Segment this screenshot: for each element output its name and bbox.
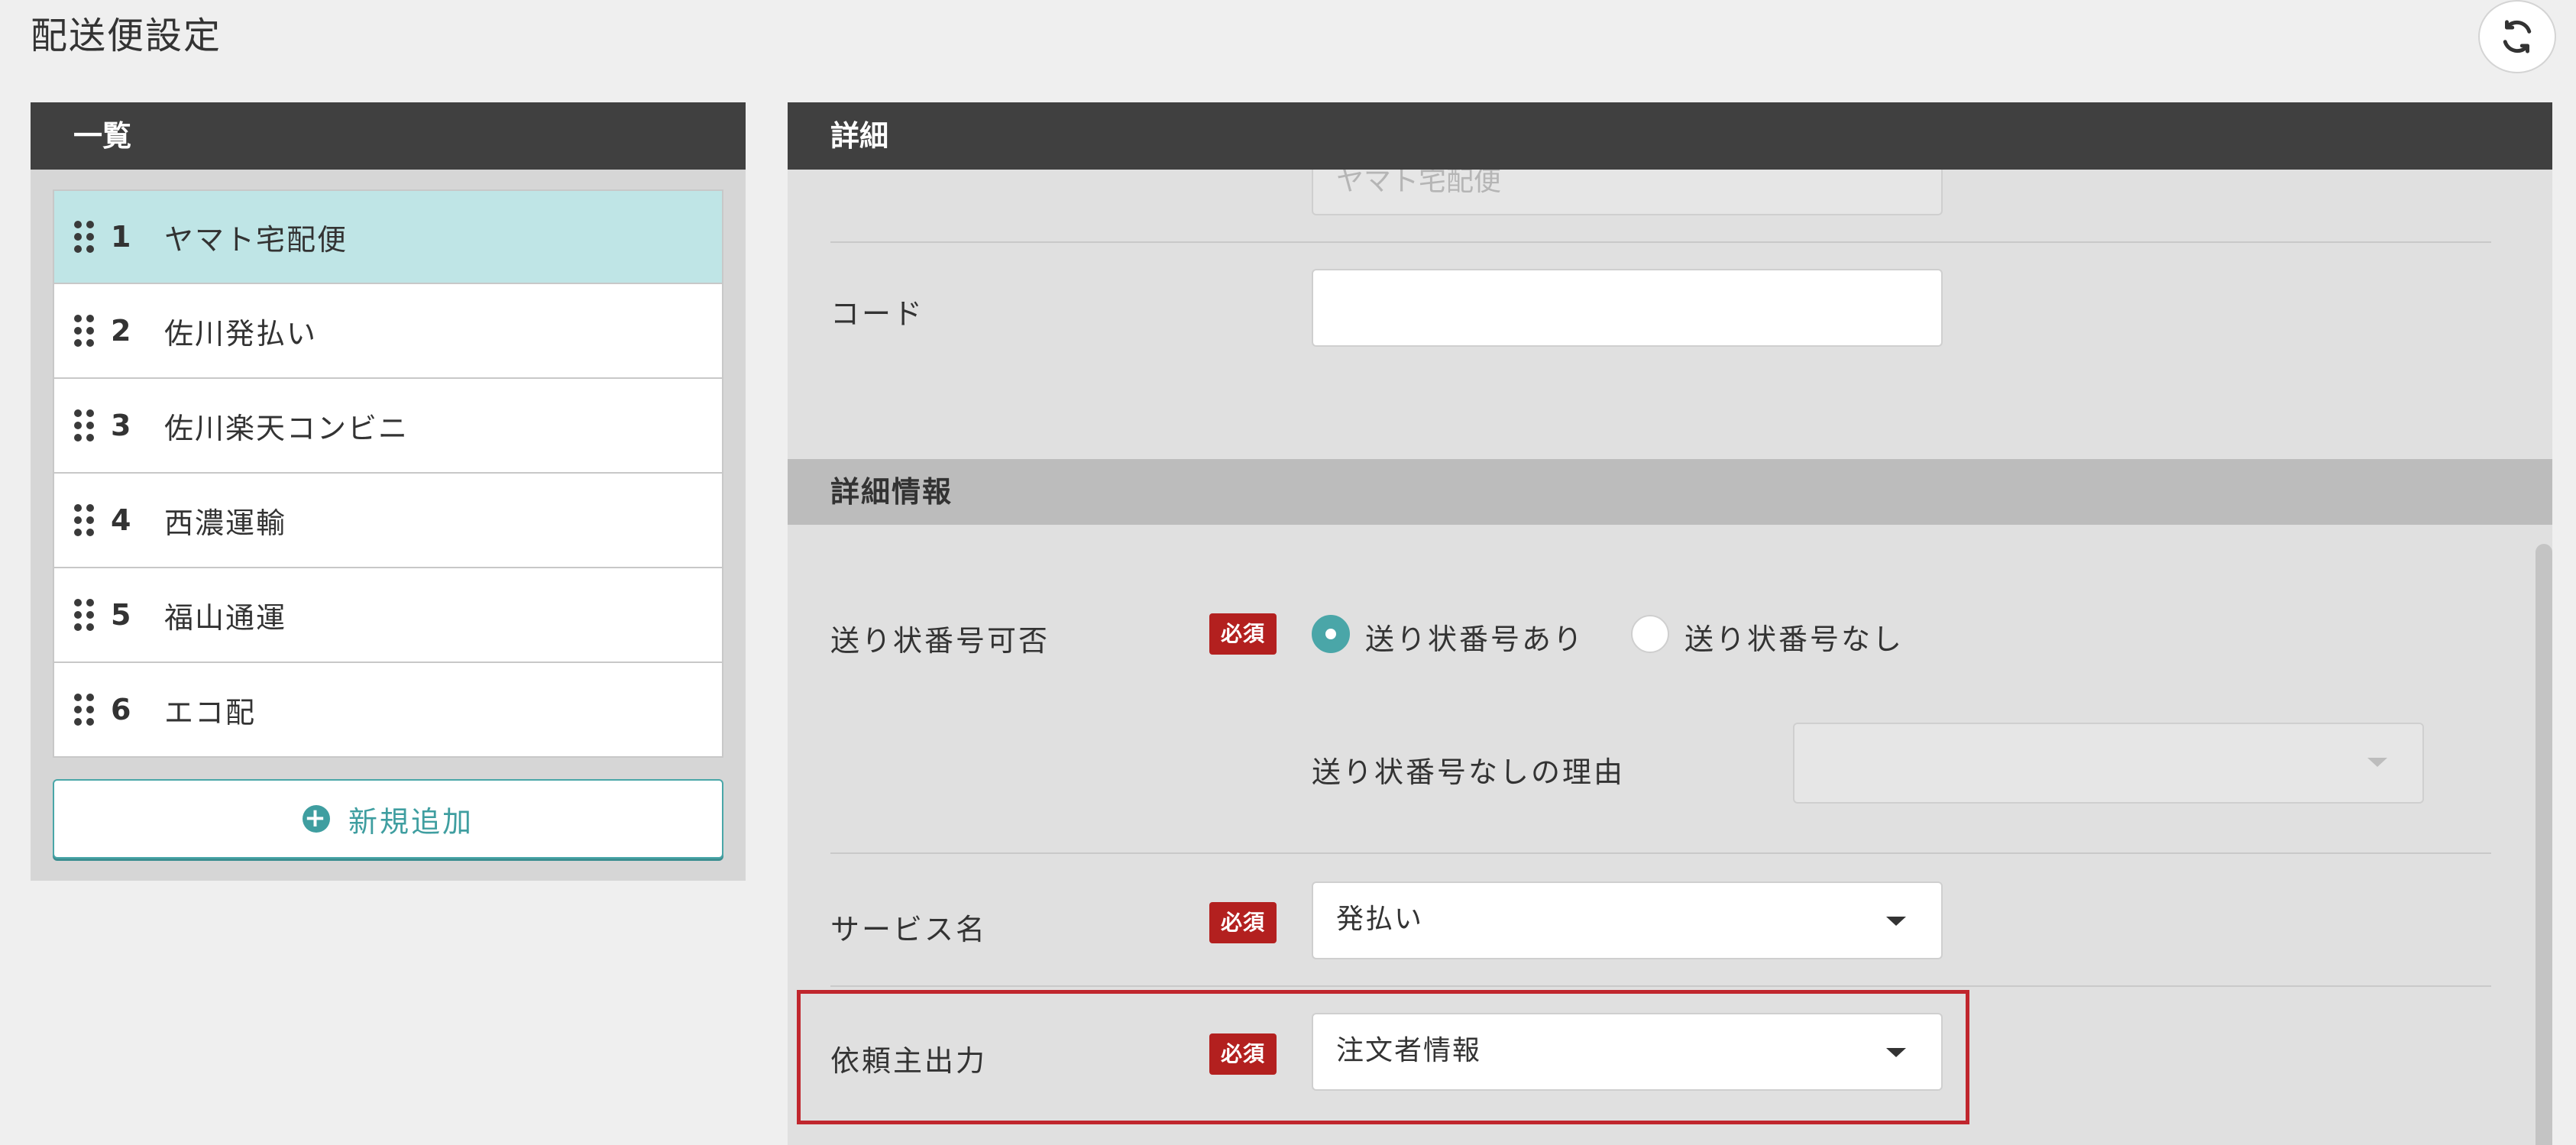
list-item[interactable]: 6 エコ配 (53, 663, 723, 758)
drag-handle-icon[interactable] (74, 598, 94, 632)
item-number: 6 (111, 693, 131, 726)
item-number: 2 (111, 314, 131, 348)
tracking-no-label[interactable]: 送り状番号なし (1684, 616, 1904, 658)
divider (830, 241, 2491, 243)
item-number: 4 (111, 503, 131, 537)
page-title: 配送便設定 (31, 15, 222, 57)
requester-select[interactable]: 注文者情報 (1312, 1013, 1943, 1091)
item-number: 5 (111, 598, 131, 632)
divider (830, 985, 2491, 987)
chevron-down-icon (1886, 917, 1906, 926)
service-select[interactable]: 発払い (1312, 881, 1943, 959)
list-item[interactable]: 5 福山通運 (53, 568, 723, 663)
required-badge: 必須 (1209, 902, 1277, 943)
code-label: コード (830, 297, 925, 331)
requester-value: 注文者情報 (1336, 1035, 1482, 1066)
required-badge: 必須 (1209, 613, 1277, 655)
tracking-no-radio[interactable] (1631, 615, 1669, 653)
item-label: 福山通運 (164, 600, 287, 635)
list-item[interactable]: 1 ヤマト宅配便 (53, 189, 723, 284)
drag-handle-icon[interactable] (74, 693, 94, 726)
required-badge: 必須 (1209, 1033, 1277, 1075)
drag-handle-icon[interactable] (74, 220, 94, 254)
item-label: 佐川発払い (164, 316, 318, 351)
refresh-icon (2503, 20, 2532, 53)
item-label: ヤマト宅配便 (164, 222, 348, 257)
requester-label: 依頼主出力 (830, 1044, 988, 1078)
tracking-yes-label[interactable]: 送り状番号あり (1365, 616, 1584, 658)
refresh-button[interactable] (2478, 0, 2556, 73)
drag-handle-icon[interactable] (74, 409, 94, 442)
detail-panel-header: 詳細 (788, 102, 2552, 170)
service-label: サービス名 (830, 913, 988, 946)
list-item[interactable]: 2 佐川発払い (53, 284, 723, 379)
divider (830, 852, 2491, 854)
list-panel: 一覧 1 ヤマト宅配便 2 佐川発払い 3 佐川楽天コンビニ 4 西濃運輸 5 … (31, 102, 746, 881)
item-label: 西濃運輸 (164, 506, 287, 540)
service-value: 発払い (1336, 904, 1424, 935)
chevron-down-icon (1886, 1048, 1906, 1057)
item-number: 3 (111, 409, 131, 442)
no-tracking-reason-label: 送り状番号なしの理由 (1312, 755, 1626, 789)
code-input[interactable] (1312, 269, 1943, 347)
list-panel-header: 一覧 (31, 102, 746, 170)
tracking-label: 送り状番号可否 (830, 624, 1050, 658)
list-item[interactable]: 3 佐川楽天コンビニ (53, 379, 723, 474)
scrollbar[interactable] (2536, 544, 2552, 1145)
no-tracking-reason-select[interactable] (1793, 723, 2424, 804)
tracking-yes-radio[interactable] (1312, 615, 1350, 653)
carrier-list: 1 ヤマト宅配便 2 佐川発払い 3 佐川楽天コンビニ 4 西濃運輸 5 福山通… (53, 189, 723, 758)
section-detail-info: 詳細情報 (788, 459, 2552, 525)
item-label: 佐川楽天コンビニ (164, 411, 409, 445)
chevron-down-icon (2367, 758, 2387, 767)
list-item[interactable]: 4 西濃運輸 (53, 474, 723, 568)
drag-handle-icon[interactable] (74, 503, 94, 537)
item-label: エコ配 (164, 695, 257, 729)
add-new-button[interactable]: + 新規追加 (53, 779, 723, 859)
item-number: 1 (111, 220, 131, 254)
add-new-label: 新規追加 (348, 804, 474, 839)
drag-handle-icon[interactable] (74, 314, 94, 348)
plus-circle-icon: + (302, 805, 330, 833)
detail-panel: 詳細 ヤマト宅配便 コード 詳細情報 送り状番号可否 必須 送り状番号あり 送り… (788, 102, 2552, 1145)
